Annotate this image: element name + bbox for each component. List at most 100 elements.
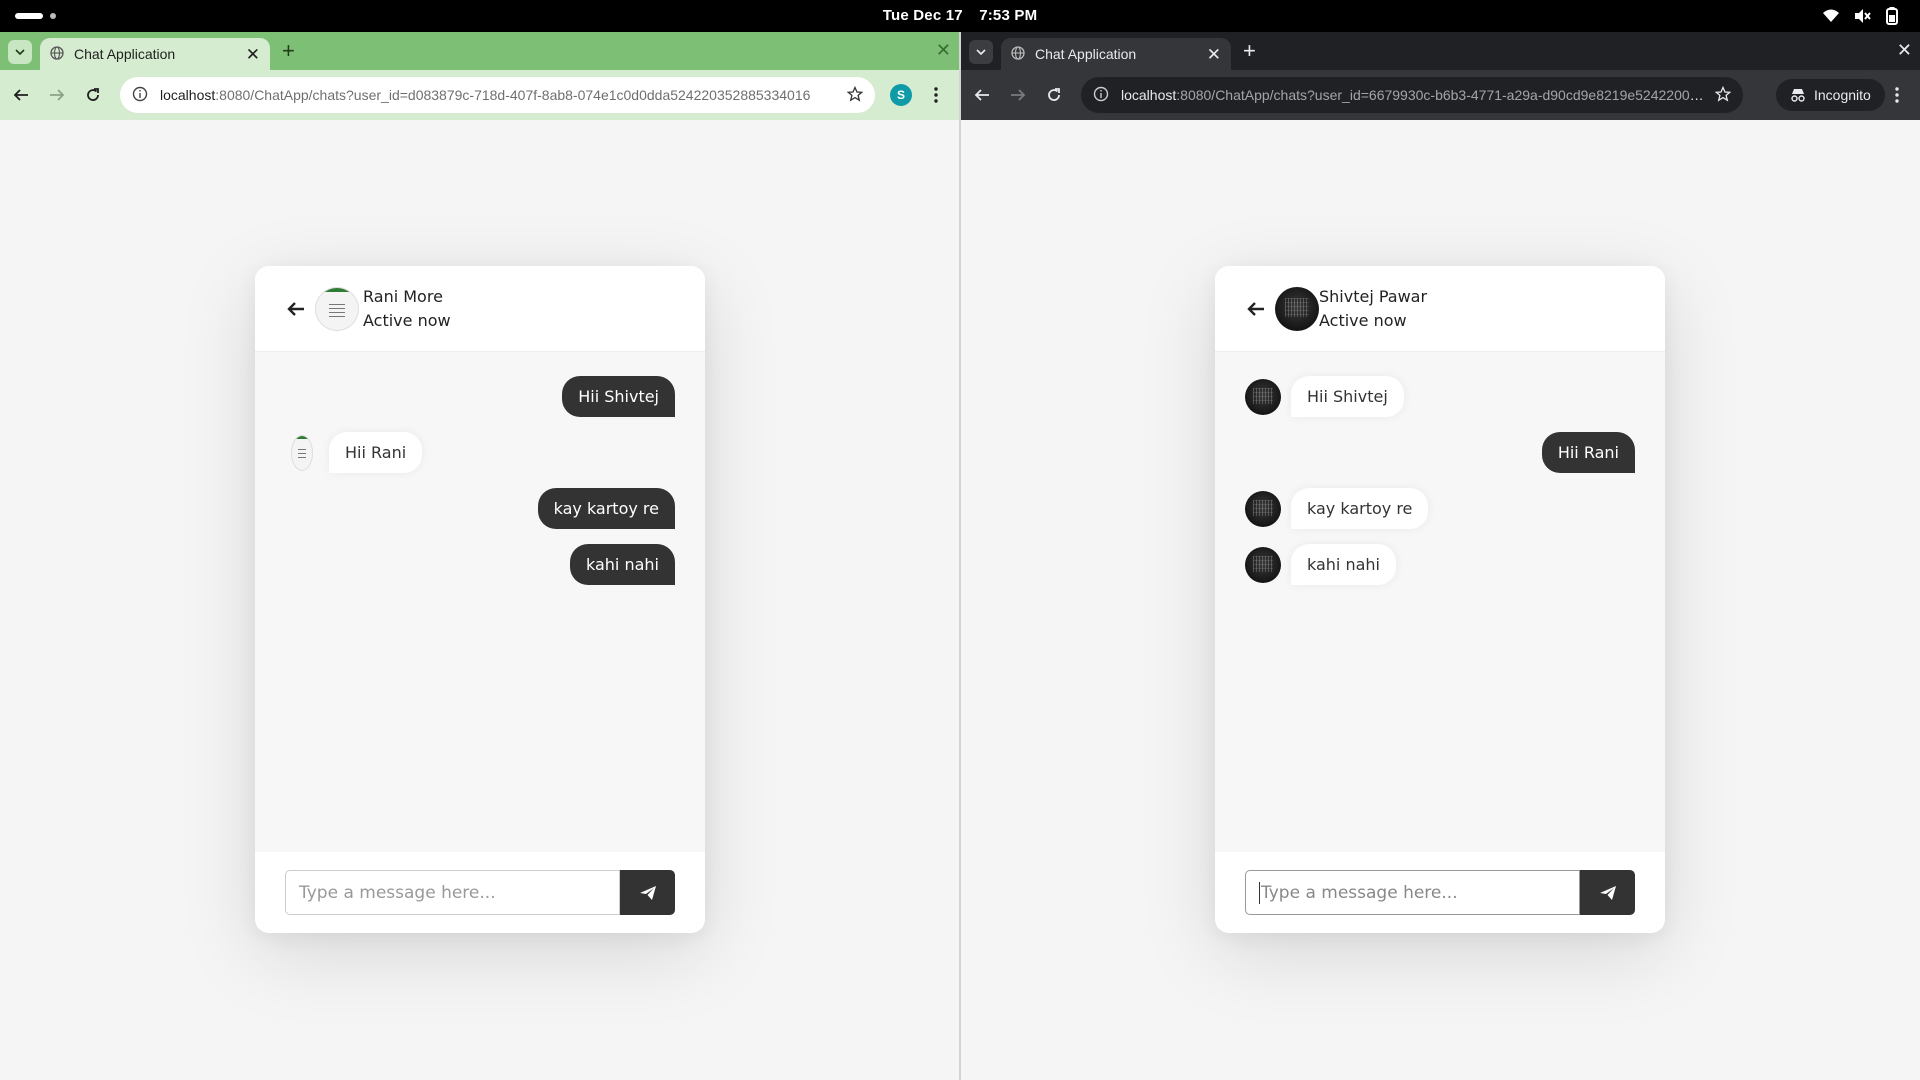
globe-icon bbox=[50, 45, 64, 63]
typing-area: Type a message here... bbox=[255, 852, 705, 933]
chat-card: Shivtej Pawar Active now Hii Shivtej Hii… bbox=[1215, 266, 1665, 933]
message-bubble: Hii Rani bbox=[329, 432, 423, 473]
tab-title: Chat Application bbox=[1035, 46, 1137, 62]
message-outgoing: kay kartoy re bbox=[285, 488, 675, 529]
wifi-icon bbox=[1822, 8, 1840, 24]
message-incoming: Hii Rani bbox=[285, 432, 675, 473]
bookmark-star-icon[interactable] bbox=[846, 85, 864, 105]
forward-arrow-icon[interactable] bbox=[46, 84, 68, 106]
message-bubble: kay kartoy re bbox=[537, 488, 675, 529]
sender-avatar bbox=[1245, 546, 1281, 583]
chat-box[interactable]: Hii Shivtej Hii Rani kay kartoy re kahi … bbox=[1215, 352, 1665, 852]
message-bubble: kay kartoy re bbox=[1291, 488, 1429, 529]
message-bubble: Hii Rani bbox=[1541, 432, 1635, 473]
window-close-button[interactable]: ✕ bbox=[1897, 40, 1912, 60]
chevron-down-icon bbox=[976, 49, 986, 55]
browser-toolbar: localhost:8080/ChatApp/chats?user_id=667… bbox=[961, 70, 1920, 120]
message-outgoing: kahi nahi bbox=[285, 544, 675, 585]
new-tab-button[interactable]: + bbox=[282, 40, 295, 62]
reload-icon[interactable] bbox=[82, 84, 104, 106]
system-tray[interactable] bbox=[1822, 7, 1898, 25]
sender-avatar bbox=[1245, 378, 1281, 415]
contact-details: Shivtej Pawar Active now bbox=[1319, 285, 1427, 333]
url-text: localhost:8080/ChatApp/chats?user_id=667… bbox=[1121, 87, 1705, 103]
browser-menu-icon[interactable] bbox=[1886, 84, 1908, 106]
paper-plane-icon bbox=[639, 885, 656, 900]
page-viewport: Shivtej Pawar Active now Hii Shivtej Hii… bbox=[961, 120, 1920, 1080]
sender-avatar bbox=[1245, 490, 1281, 527]
text-caret bbox=[1259, 881, 1260, 904]
system-top-bar: Tue Dec 17 7:53 PM bbox=[0, 0, 1920, 32]
incognito-label: Incognito bbox=[1814, 87, 1871, 103]
contact-avatar bbox=[315, 286, 359, 331]
chat-header: Rani More Active now bbox=[255, 266, 705, 352]
typing-area: Type a message here... bbox=[1215, 852, 1665, 933]
contact-status: Active now bbox=[1319, 310, 1407, 330]
contact-name: Rani More bbox=[363, 286, 443, 306]
message-bubble: Hii Shivtej bbox=[562, 376, 675, 417]
chevron-down-icon bbox=[15, 49, 25, 55]
window-close-button[interactable]: ✕ bbox=[936, 40, 951, 60]
message-input[interactable]: Type a message here... bbox=[285, 870, 620, 915]
tab-search-button[interactable] bbox=[8, 40, 32, 64]
bookmark-star-icon[interactable] bbox=[1714, 85, 1732, 105]
tab-strip: Chat Application ✕ + ✕ bbox=[961, 32, 1920, 70]
incognito-icon bbox=[1791, 89, 1805, 102]
incognito-badge[interactable]: Incognito bbox=[1776, 79, 1885, 111]
reload-icon[interactable] bbox=[1043, 84, 1065, 106]
tab-close-icon[interactable]: ✕ bbox=[1207, 46, 1221, 63]
system-clock[interactable]: Tue Dec 17 7:53 PM bbox=[0, 7, 1920, 24]
browser-menu-icon[interactable] bbox=[925, 84, 947, 106]
message-outgoing: Hii Rani bbox=[1245, 432, 1635, 473]
site-info-icon[interactable] bbox=[132, 86, 148, 105]
chat-card: Rani More Active now Hii Shivtej Hii Ran… bbox=[255, 266, 705, 933]
paper-plane-icon bbox=[1599, 885, 1616, 900]
tab-title: Chat Application bbox=[74, 46, 176, 62]
globe-icon bbox=[1011, 45, 1025, 63]
message-bubble: Hii Shivtej bbox=[1291, 376, 1404, 417]
browser-toolbar: localhost:8080/ChatApp/chats?user_id=d08… bbox=[0, 70, 959, 120]
clock-time: 7:53 PM bbox=[979, 7, 1038, 24]
tab-chat-application[interactable]: Chat Application ✕ bbox=[40, 38, 270, 70]
message-input[interactable]: Type a message here... bbox=[1245, 870, 1580, 915]
volume-muted-icon bbox=[1854, 8, 1872, 24]
back-arrow-icon[interactable] bbox=[10, 84, 32, 106]
address-bar[interactable]: localhost:8080/ChatApp/chats?user_id=667… bbox=[1081, 77, 1743, 113]
battery-icon bbox=[1886, 7, 1898, 25]
message-bubble: kahi nahi bbox=[1291, 544, 1396, 585]
message-incoming: kahi nahi bbox=[1245, 544, 1635, 585]
tab-strip: Chat Application ✕ + ✕ bbox=[0, 32, 959, 70]
tab-search-button[interactable] bbox=[969, 40, 993, 64]
message-bubble: kahi nahi bbox=[570, 544, 675, 585]
url-host: localhost bbox=[160, 87, 216, 103]
message-outgoing: Hii Shivtej bbox=[285, 376, 675, 417]
back-arrow-icon[interactable] bbox=[971, 84, 993, 106]
message-incoming: Hii Shivtej bbox=[1245, 376, 1635, 417]
message-input-placeholder: Type a message here... bbox=[1261, 882, 1458, 903]
browser-window-right: Chat Application ✕ + ✕ localhost:8080/Ch… bbox=[961, 32, 1920, 1080]
tab-chat-application[interactable]: Chat Application ✕ bbox=[1001, 38, 1231, 70]
back-arrow-icon[interactable] bbox=[285, 298, 307, 320]
forward-arrow-icon[interactable] bbox=[1007, 84, 1029, 106]
sender-avatar bbox=[291, 434, 313, 471]
url-text: localhost:8080/ChatApp/chats?user_id=d08… bbox=[160, 87, 837, 103]
contact-status: Active now bbox=[363, 310, 451, 330]
contact-avatar bbox=[1275, 286, 1319, 331]
contact-name: Shivtej Pawar bbox=[1319, 286, 1428, 306]
contact-details: Rani More Active now bbox=[363, 285, 451, 333]
browser-window-left: Chat Application ✕ + ✕ localhost:8080/Ch… bbox=[0, 32, 959, 1080]
new-tab-button[interactable]: + bbox=[1243, 40, 1256, 62]
clock-date: Tue Dec 17 bbox=[882, 7, 963, 24]
site-info-icon[interactable] bbox=[1093, 86, 1109, 105]
address-bar[interactable]: localhost:8080/ChatApp/chats?user_id=d08… bbox=[120, 77, 875, 113]
back-arrow-icon[interactable] bbox=[1245, 298, 1267, 320]
profile-avatar[interactable]: S bbox=[890, 84, 912, 106]
tab-close-icon[interactable]: ✕ bbox=[246, 46, 260, 63]
page-viewport: Rani More Active now Hii Shivtej Hii Ran… bbox=[0, 120, 959, 1080]
send-button[interactable] bbox=[1580, 870, 1635, 915]
message-incoming: kay kartoy re bbox=[1245, 488, 1635, 529]
send-button[interactable] bbox=[620, 870, 675, 915]
chat-box[interactable]: Hii Shivtej Hii Rani kay kartoy re kahi … bbox=[255, 352, 705, 852]
url-host: localhost bbox=[1121, 87, 1177, 103]
url-path: :8080/ChatApp/chats?user_id=6679930c-b6b… bbox=[1176, 87, 1705, 103]
